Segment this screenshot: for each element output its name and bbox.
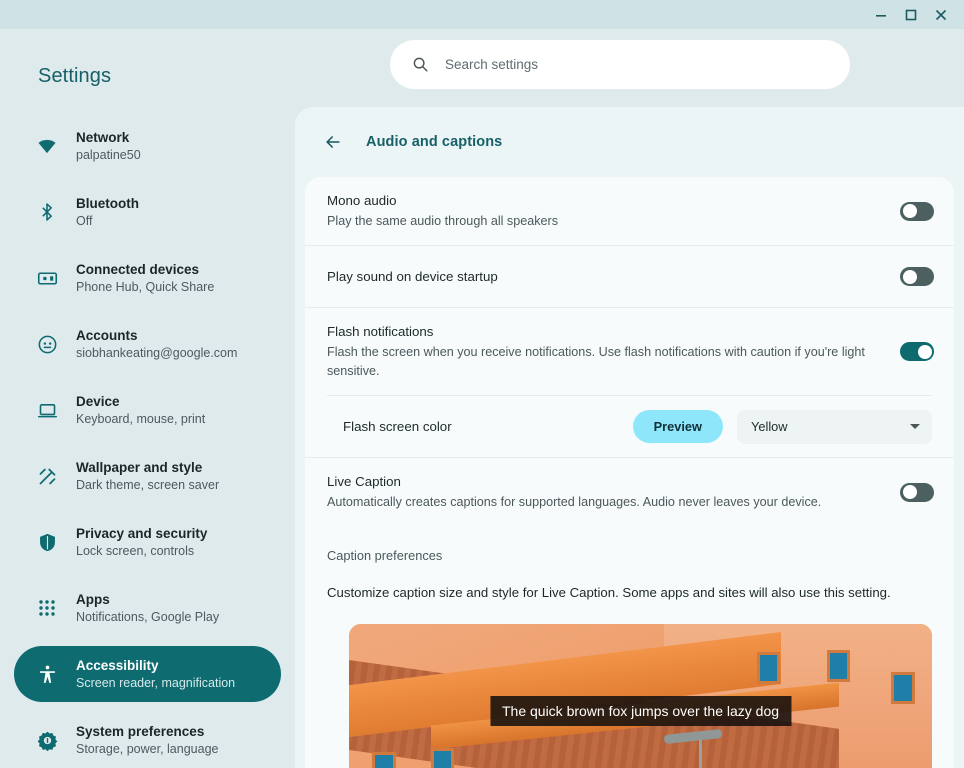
flash-screen-color-select[interactable]: Yellow <box>737 410 932 444</box>
shield-icon <box>36 531 58 553</box>
preview-window <box>827 650 850 682</box>
sidebar-item-label: Network <box>76 129 141 146</box>
flash-screen-color-value: Yellow <box>751 419 910 434</box>
settings-window: Search settings Settings Network palpati… <box>0 0 964 768</box>
sidebar-item-system-preferences[interactable]: System preferences Storage, power, langu… <box>14 712 281 768</box>
flash-notifications-toggle[interactable] <box>900 342 934 361</box>
live-caption-title: Live Caption <box>327 472 882 492</box>
bluetooth-icon <box>36 201 58 223</box>
sidebar-item-device[interactable]: Device Keyboard, mouse, print <box>14 382 281 438</box>
sidebar-item-wallpaper-and-style[interactable]: Wallpaper and style Dark theme, screen s… <box>14 448 281 504</box>
gear-icon <box>36 729 58 751</box>
audio-settings-card: Mono audio Play the same audio through a… <box>305 177 954 768</box>
preview-window <box>891 672 914 704</box>
startup-sound-title: Play sound on device startup <box>327 267 882 287</box>
window-titlebar <box>0 0 964 29</box>
sidebar-item-sublabel: Dark theme, screen saver <box>76 477 219 494</box>
flash-screen-color-label: Flash screen color <box>343 419 633 434</box>
sidebar-item-sublabel: Off <box>76 213 139 230</box>
sidebar-item-sublabel: Keyboard, mouse, print <box>76 411 205 428</box>
back-arrow-icon[interactable] <box>322 131 344 153</box>
page-title: Audio and captions <box>366 134 502 150</box>
sidebar-item-label: Connected devices <box>76 261 214 278</box>
toggle-knob <box>903 270 917 284</box>
flash-notifications-title: Flash notifications <box>327 322 882 342</box>
startup-sound-toggle[interactable] <box>900 267 934 286</box>
sidebar-item-sublabel: Lock screen, controls <box>76 543 207 560</box>
sidebar-item-label: Apps <box>76 591 219 608</box>
preview-street-lamp-post <box>699 736 702 768</box>
sidebar-nav-list: Network palpatine50 Bluetooth Off <box>0 118 295 768</box>
toggle-knob <box>918 345 932 359</box>
toggle-knob <box>903 485 917 499</box>
toggle-knob <box>903 204 917 218</box>
close-icon <box>935 9 947 21</box>
sidebar-item-sublabel: Storage, power, language <box>76 741 218 758</box>
apps-grid-icon <box>36 597 58 619</box>
app-title: Settings <box>0 65 295 88</box>
caption-preferences-description: Customize caption size and style for Liv… <box>327 585 932 600</box>
live-caption-row[interactable]: Live Caption Automatically creates capti… <box>305 457 954 526</box>
caption-preview-image: The quick brown fox jumps over the lazy … <box>349 624 932 768</box>
caption-preferences-section: Caption preferences Customize caption si… <box>305 526 954 600</box>
sidebar-item-label: Device <box>76 393 205 410</box>
sidebar-item-label: Accessibility <box>76 657 235 674</box>
sidebar-item-label: Bluetooth <box>76 195 139 212</box>
caption-preview-text: The quick brown fox jumps over the lazy … <box>490 696 791 726</box>
mono-audio-description: Play the same audio through all speakers <box>327 212 882 231</box>
account-icon <box>36 333 58 355</box>
live-caption-toggle[interactable] <box>900 483 934 502</box>
sidebar-item-network[interactable]: Network palpatine50 <box>14 118 281 174</box>
sidebar-item-accessibility[interactable]: Accessibility Screen reader, magnificati… <box>14 646 281 702</box>
wifi-icon <box>36 135 58 157</box>
minimize-icon <box>875 9 887 21</box>
devices-icon <box>36 267 58 289</box>
sidebar: Settings Network palpatine50 <box>0 29 295 768</box>
sidebar-item-sublabel: palpatine50 <box>76 147 141 164</box>
sidebar-item-label: Accounts <box>76 327 237 344</box>
search-icon <box>412 56 429 73</box>
sidebar-item-label: Privacy and security <box>76 525 207 542</box>
minimize-button[interactable] <box>866 0 896 29</box>
sidebar-item-apps[interactable]: Apps Notifications, Google Play <box>14 580 281 636</box>
search-input[interactable]: Search settings <box>445 57 538 72</box>
sidebar-item-label: System preferences <box>76 723 218 740</box>
close-button[interactable] <box>926 0 956 29</box>
flash-notifications-row[interactable]: Flash notifications Flash the screen whe… <box>305 307 954 395</box>
maximize-icon <box>905 9 917 21</box>
preview-window <box>372 752 395 768</box>
caption-preferences-title: Caption preferences <box>327 548 932 563</box>
sidebar-item-label: Wallpaper and style <box>76 459 219 476</box>
live-caption-description: Automatically creates captions for suppo… <box>327 493 882 512</box>
preview-window <box>757 652 780 684</box>
mono-audio-title: Mono audio <box>327 191 882 211</box>
sidebar-item-sublabel: siobhankeating@google.com <box>76 345 237 362</box>
sidebar-item-sublabel: Screen reader, magnification <box>76 675 235 692</box>
sidebar-item-bluetooth[interactable]: Bluetooth Off <box>14 184 281 240</box>
sidebar-item-accounts[interactable]: Accounts siobhankeating@google.com <box>14 316 281 372</box>
maximize-button[interactable] <box>896 0 926 29</box>
main-content-panel: Audio and captions Mono audio Play the s… <box>295 107 964 768</box>
search-bar[interactable]: Search settings <box>390 40 850 89</box>
accessibility-icon <box>36 663 58 685</box>
brush-icon <box>36 465 58 487</box>
preview-button[interactable]: Preview <box>633 410 723 443</box>
startup-sound-row[interactable]: Play sound on device startup <box>305 245 954 307</box>
chevron-down-icon <box>910 424 920 429</box>
preview-window <box>431 748 454 768</box>
sidebar-item-sublabel: Notifications, Google Play <box>76 609 219 626</box>
mono-audio-toggle[interactable] <box>900 202 934 221</box>
page-header: Audio and captions <box>295 107 964 177</box>
laptop-icon <box>36 399 58 421</box>
flash-screen-color-row: Flash screen color Preview Yellow <box>327 395 932 457</box>
mono-audio-row[interactable]: Mono audio Play the same audio through a… <box>305 177 954 245</box>
sidebar-item-connected-devices[interactable]: Connected devices Phone Hub, Quick Share <box>14 250 281 306</box>
sidebar-item-privacy-and-security[interactable]: Privacy and security Lock screen, contro… <box>14 514 281 570</box>
sidebar-item-sublabel: Phone Hub, Quick Share <box>76 279 214 296</box>
flash-notifications-description: Flash the screen when you receive notifi… <box>327 343 882 381</box>
